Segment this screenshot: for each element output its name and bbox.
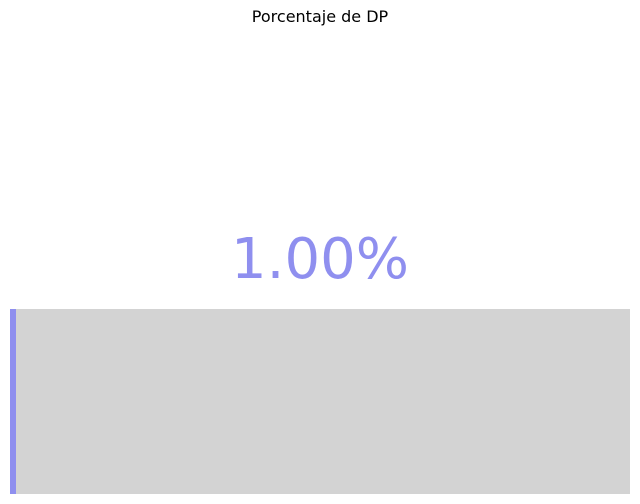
progress-track (10, 309, 630, 494)
percentage-value-label: 1.00% (231, 227, 409, 292)
chart-title: Porcentaje de DP (251, 7, 389, 26)
progress-fill-bar (10, 309, 17, 494)
